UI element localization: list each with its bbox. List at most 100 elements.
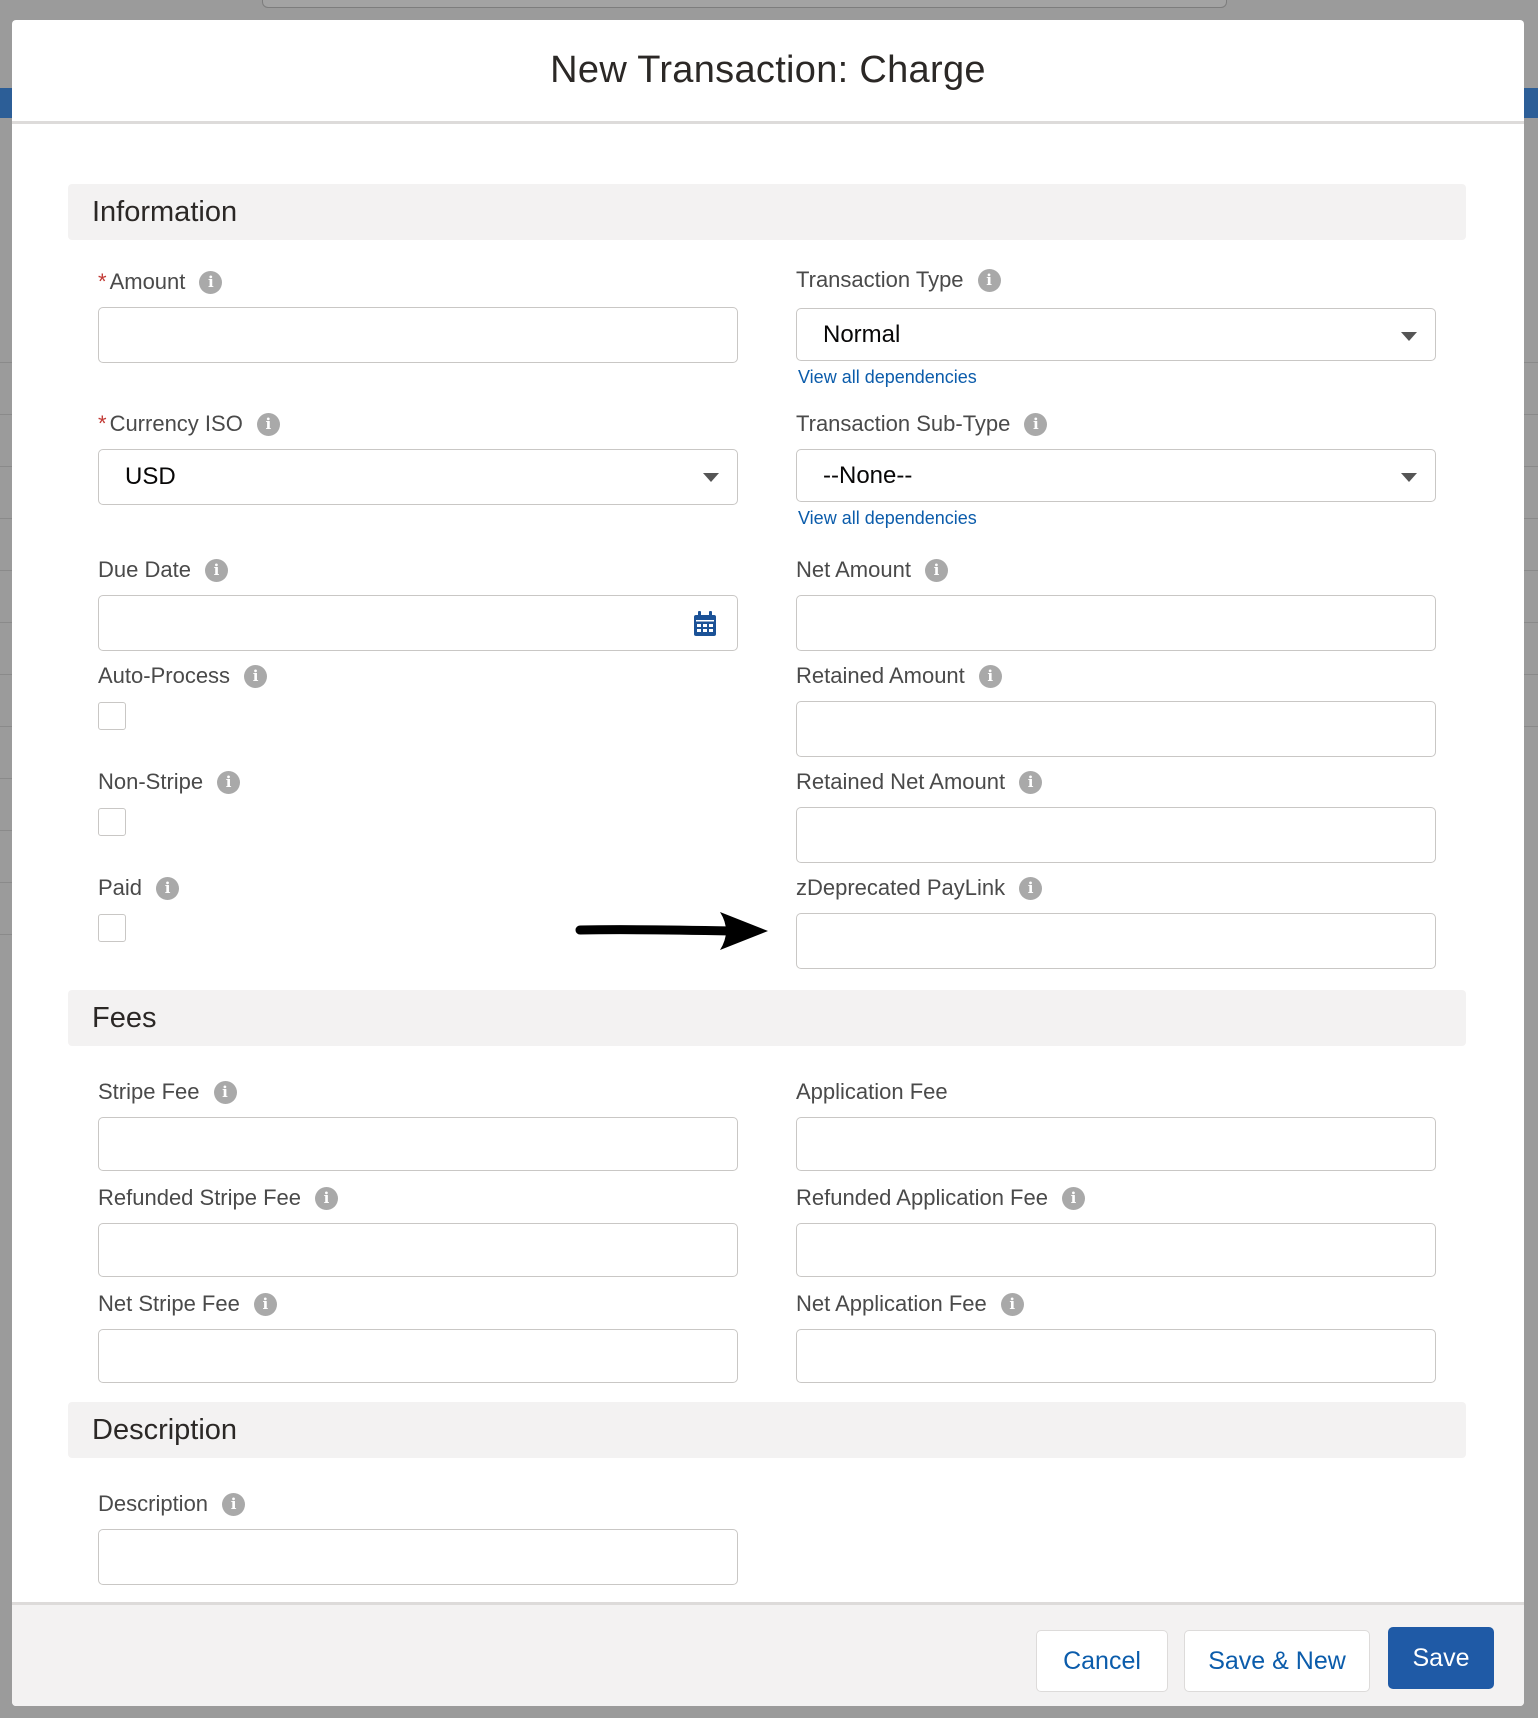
net-application-fee-label: Net Application Fee (796, 1291, 987, 1316)
chevron-down-icon (1401, 332, 1417, 341)
background-row-divider (0, 518, 12, 519)
refunded-application-fee-label: Refunded Application Fee (796, 1185, 1048, 1210)
modal-title: New Transaction: Charge (550, 49, 986, 91)
auto-process-checkbox[interactable] (98, 702, 126, 730)
background-row-divider (0, 778, 12, 779)
info-icon[interactable]: i (1000, 1292, 1024, 1316)
required-marker: * (98, 411, 107, 436)
info-icon[interactable]: i (977, 268, 1001, 292)
info-icon[interactable]: i (244, 664, 268, 688)
save-button[interactable]: Save (1388, 1627, 1494, 1689)
save-and-new-button[interactable]: Save & New (1184, 1630, 1370, 1692)
refunded-application-fee-field: Refunded Application Fee i (796, 1184, 1436, 1277)
section-header-description[interactable]: Description (68, 1402, 1466, 1458)
transaction-sub-type-label: Transaction Sub-Type (796, 411, 1011, 436)
net-stripe-fee-field: Net Stripe Fee i (98, 1290, 738, 1383)
retained-amount-input[interactable] (796, 701, 1436, 757)
paid-checkbox[interactable] (98, 914, 126, 942)
info-icon[interactable]: i (315, 1186, 339, 1210)
auto-process-label: Auto-Process (98, 663, 231, 688)
refunded-stripe-fee-input[interactable] (98, 1223, 738, 1277)
currency-iso-select[interactable]: USD (98, 449, 738, 505)
background-row-divider (0, 466, 12, 467)
background-nav-bar-right (1524, 88, 1538, 118)
retained-net-amount-field: Retained Net Amount i (796, 768, 1436, 863)
modal-body[interactable]: Information * Amount i * Currency ISO i … (12, 124, 1524, 1600)
info-icon[interactable]: i (199, 270, 223, 294)
net-amount-field: Net Amount i (796, 556, 1436, 651)
net-amount-input[interactable] (796, 595, 1436, 651)
info-icon[interactable]: i (204, 558, 228, 582)
transaction-type-select[interactable]: Normal (796, 308, 1436, 361)
cancel-button[interactable]: Cancel (1036, 1630, 1168, 1692)
background-row-divider (0, 674, 12, 675)
background-row-divider (1524, 414, 1538, 415)
info-icon[interactable]: i (1019, 876, 1043, 900)
info-icon[interactable]: i (213, 1080, 237, 1104)
background-row-divider (0, 830, 12, 831)
info-icon[interactable]: i (978, 664, 1002, 688)
info-icon[interactable]: i (256, 412, 280, 436)
info-icon[interactable]: i (1024, 412, 1048, 436)
background-row-divider (1524, 518, 1538, 519)
refunded-stripe-fee-label: Refunded Stripe Fee (98, 1185, 302, 1210)
section-header-information[interactable]: Information (68, 184, 1466, 240)
arrow-right-icon (575, 912, 768, 950)
non-stripe-label: Non-Stripe (98, 769, 204, 794)
chevron-down-icon (1401, 473, 1417, 482)
transaction-type-label: Transaction Type (796, 267, 964, 292)
refunded-stripe-fee-field: Refunded Stripe Fee i (98, 1184, 738, 1277)
description-field: Description i (98, 1490, 738, 1585)
background-search-bar (262, 0, 1227, 8)
amount-input[interactable] (98, 307, 738, 363)
stripe-fee-field: Stripe Fee i (98, 1078, 738, 1171)
net-application-fee-input[interactable] (796, 1329, 1436, 1383)
info-icon[interactable]: i (156, 876, 180, 900)
required-marker: * (98, 269, 107, 294)
background-row-divider (0, 570, 12, 571)
due-date-input[interactable] (98, 595, 738, 651)
section-header-fees[interactable]: Fees (68, 990, 1466, 1046)
currency-iso-value: USD (125, 463, 176, 490)
description-input[interactable] (98, 1529, 738, 1585)
info-icon[interactable]: i (1019, 770, 1043, 794)
retained-amount-label: Retained Amount (796, 663, 965, 688)
net-stripe-fee-input[interactable] (98, 1329, 738, 1383)
amount-field: * Amount i (98, 268, 738, 363)
non-stripe-field: Non-Stripe i (98, 768, 738, 836)
view-all-dependencies-link[interactable]: View all dependencies (798, 367, 1436, 388)
net-stripe-fee-label: Net Stripe Fee (98, 1291, 240, 1316)
application-fee-label: Application Fee (796, 1079, 948, 1104)
calendar-icon[interactable] (693, 611, 717, 637)
chevron-down-icon (703, 473, 719, 482)
transaction-sub-type-select[interactable]: --None-- (796, 449, 1436, 502)
application-fee-input[interactable] (796, 1117, 1436, 1171)
info-icon[interactable]: i (217, 770, 241, 794)
description-label: Description (98, 1491, 209, 1516)
background-row-divider (1524, 466, 1538, 467)
background-row-divider (0, 362, 12, 363)
net-application-fee-field: Net Application Fee i (796, 1290, 1436, 1383)
new-transaction-modal: New Transaction: Charge Information * Am… (12, 20, 1524, 1706)
view-all-dependencies-link[interactable]: View all dependencies (798, 508, 1436, 529)
refunded-application-fee-input[interactable] (796, 1223, 1436, 1277)
background-row-divider (0, 882, 12, 883)
non-stripe-checkbox[interactable] (98, 808, 126, 836)
background-row-divider (0, 414, 12, 415)
info-icon[interactable]: i (1061, 1186, 1085, 1210)
modal-footer: Cancel Save & New Save (12, 1602, 1524, 1706)
application-fee-field: Application Fee (796, 1078, 1436, 1171)
background-row-divider (1524, 570, 1538, 571)
auto-process-field: Auto-Process i (98, 662, 738, 730)
background-row-divider (1524, 622, 1538, 623)
zdeprecated-paylink-input[interactable] (796, 913, 1436, 969)
stripe-fee-input[interactable] (98, 1117, 738, 1171)
retained-net-amount-input[interactable] (796, 807, 1436, 863)
background-row-divider (1524, 726, 1538, 727)
info-icon[interactable]: i (253, 1292, 277, 1316)
info-icon[interactable]: i (222, 1492, 246, 1516)
info-icon[interactable]: i (924, 558, 948, 582)
paid-label: Paid (98, 875, 143, 900)
background-row-divider (1524, 674, 1538, 675)
background-row-divider (0, 726, 12, 727)
